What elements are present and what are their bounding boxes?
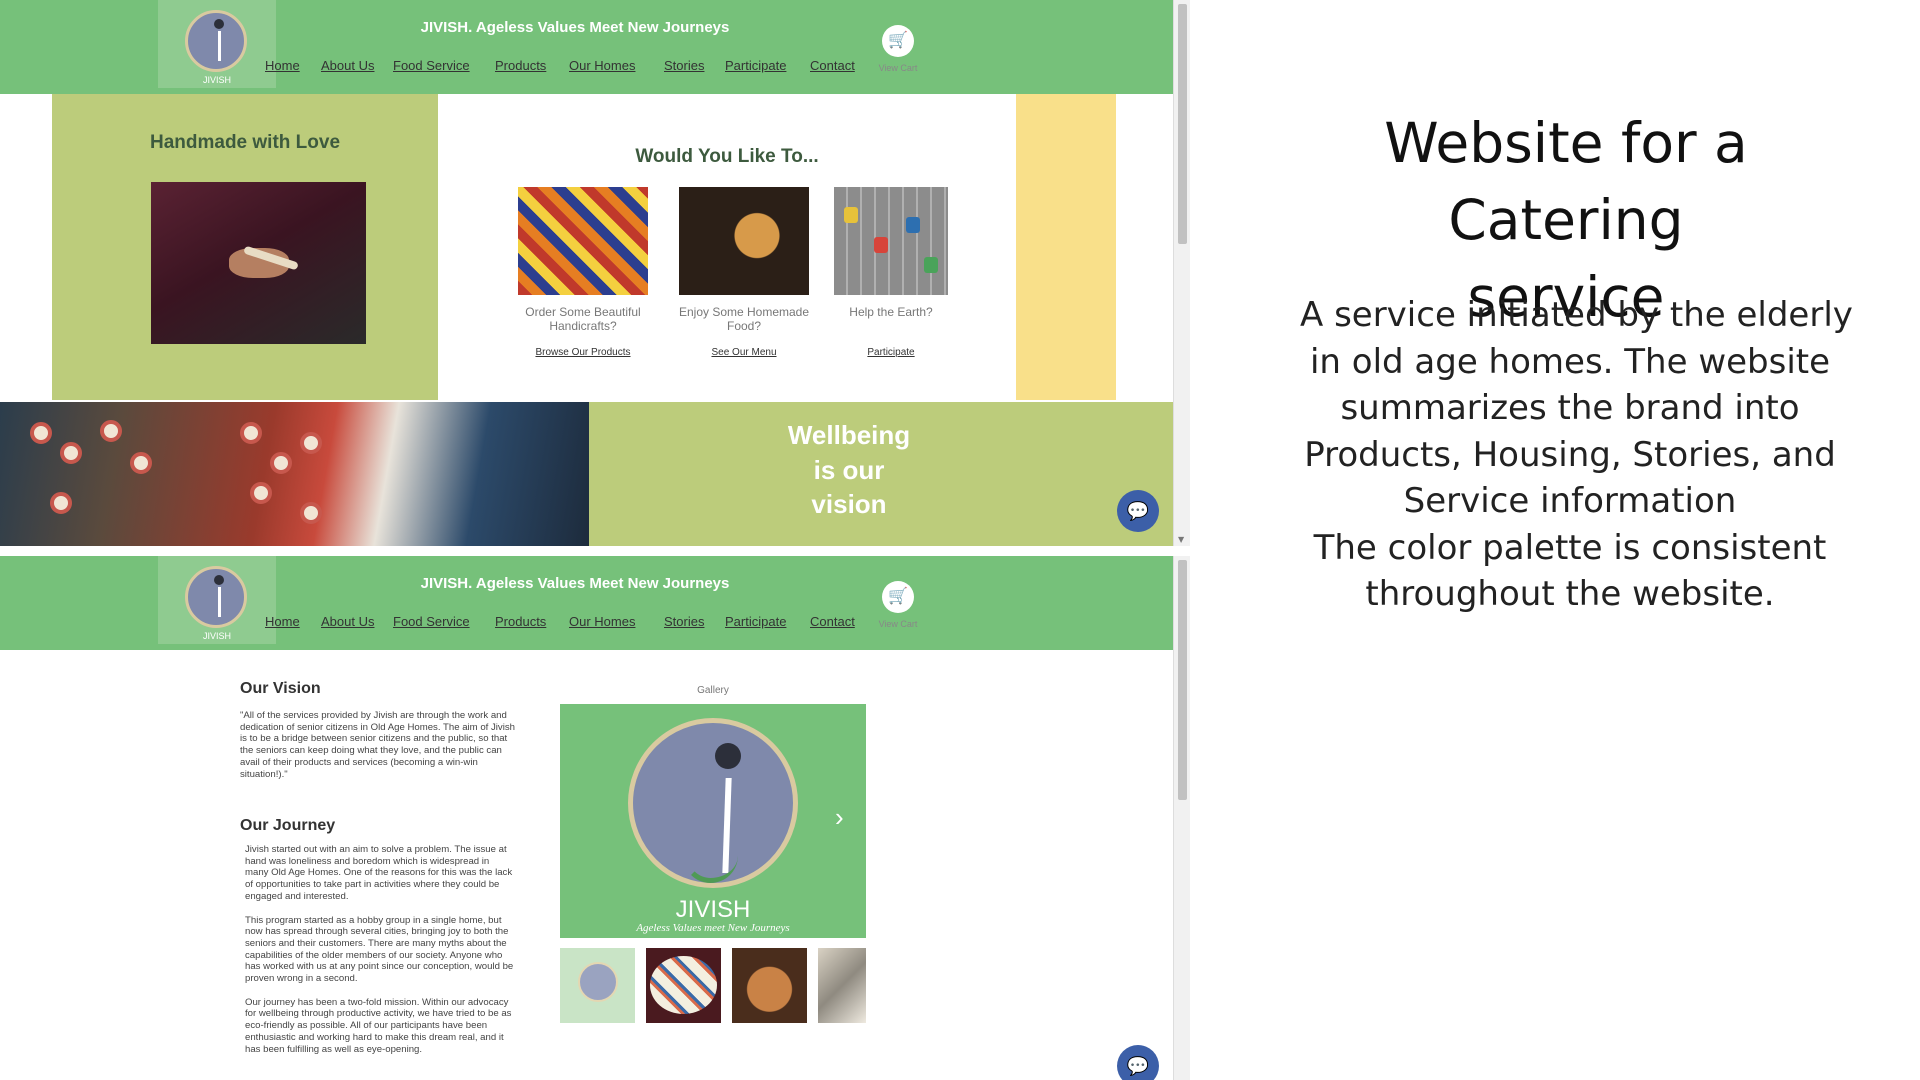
gallery-brand: JIVISH bbox=[675, 896, 751, 923]
nav-about-us[interactable]: About Us bbox=[321, 614, 374, 629]
scrollbar-thumb[interactable] bbox=[1178, 4, 1187, 244]
gallery-tagline: Ageless Values meet New Journeys bbox=[636, 922, 790, 934]
choice-caption: Help the Earth? bbox=[849, 305, 933, 319]
journey-paragraph: Our journey has been a two-fold mission.… bbox=[245, 996, 512, 1055]
description-line: Products, Housing, Stories, and bbox=[1304, 434, 1836, 475]
vision-banner: Wellbeing is our vision bbox=[0, 402, 1173, 546]
choices-panel: Would You Like To... Order Some Beautifu… bbox=[438, 94, 1016, 400]
journey-text: Jivish started out with an aim to solve … bbox=[245, 844, 515, 1067]
logo-icon bbox=[185, 566, 247, 628]
nav-products[interactable]: Products bbox=[495, 58, 546, 73]
see-menu-link[interactable]: See Our Menu bbox=[669, 347, 819, 358]
description-line: in old age homes. The website bbox=[1309, 341, 1831, 382]
nav-about-us[interactable]: About Us bbox=[321, 58, 374, 73]
vision-text: "All of the services provided by Jivish … bbox=[240, 710, 515, 780]
choice-handicrafts: Order Some Beautiful Handicrafts? Browse… bbox=[508, 187, 658, 358]
banner-line: Wellbeing bbox=[787, 420, 911, 450]
site-logo[interactable]: JIVISH bbox=[158, 556, 276, 644]
jivish-logo-icon bbox=[628, 718, 798, 888]
description-title-line: Website for a Catering bbox=[1384, 111, 1748, 252]
description-line: Service information bbox=[1403, 481, 1737, 521]
nav-stories[interactable]: Stories bbox=[664, 614, 704, 629]
description-body: A service initiated by the elderly in ol… bbox=[1300, 292, 1853, 618]
nav-our-homes[interactable]: Our Homes bbox=[569, 614, 635, 629]
gallery-thumb[interactable] bbox=[560, 948, 635, 1023]
participate-link[interactable]: Participate bbox=[816, 347, 966, 358]
site-logo[interactable]: JIVISH bbox=[158, 0, 276, 88]
banner-line: vision bbox=[811, 489, 887, 519]
choice-food: Enjoy Some Homemade Food? See Our Menu bbox=[669, 187, 819, 358]
scrollbar[interactable]: ▼ bbox=[1173, 0, 1190, 546]
nav-food-service[interactable]: Food Service bbox=[393, 58, 470, 73]
nav-contact[interactable]: Contact bbox=[810, 614, 855, 629]
journey-paragraph: This program started as a hobby group in… bbox=[245, 914, 514, 985]
description-line: The color palette is consistent bbox=[1313, 527, 1827, 568]
chevron-right-icon[interactable]: › bbox=[835, 802, 844, 833]
chat-icon[interactable]: 💬 bbox=[1117, 490, 1159, 532]
choices-heading: Would You Like To... bbox=[635, 146, 819, 167]
site-header: JIVISH JIVISH. Ageless Values Meet New J… bbox=[0, 0, 1173, 94]
choice-caption: Order Some Beautiful Handicrafts? bbox=[525, 305, 641, 333]
gallery-thumb[interactable] bbox=[818, 948, 866, 1023]
food-photo[interactable] bbox=[679, 187, 809, 295]
nav-participate[interactable]: Participate bbox=[725, 614, 786, 629]
choice-earth: Help the Earth? Participate bbox=[816, 187, 966, 358]
gallery-thumb[interactable] bbox=[646, 948, 721, 1023]
site-title: JIVISH. Ageless Values Meet New Journeys bbox=[420, 19, 730, 36]
nav-home[interactable]: Home bbox=[265, 58, 300, 73]
banner-line: is our bbox=[813, 455, 885, 485]
gallery-main-image[interactable]: JIVISH Ageless Values meet New Journeys … bbox=[560, 704, 866, 938]
chat-icon[interactable]: 💬 bbox=[1117, 1045, 1159, 1080]
home-page-screenshot: JIVISH JIVISH. Ageless Values Meet New J… bbox=[0, 0, 1190, 546]
handicraft-photo[interactable] bbox=[518, 187, 648, 295]
gallery-label: Gallery bbox=[697, 685, 729, 696]
cart-label: View Cart bbox=[878, 619, 918, 629]
handmade-panel: Handmade with Love bbox=[52, 94, 438, 400]
browse-products-link[interactable]: Browse Our Products bbox=[508, 347, 658, 358]
cart-label: View Cart bbox=[878, 63, 918, 73]
vision-title: Our Vision bbox=[240, 680, 321, 697]
nav-home[interactable]: Home bbox=[265, 614, 300, 629]
site-header: JIVISH JIVISH. Ageless Values Meet New J… bbox=[0, 556, 1173, 650]
journey-title: Our Journey bbox=[240, 817, 336, 834]
nav-products[interactable]: Products bbox=[495, 614, 546, 629]
description-line: throughout the website. bbox=[1365, 574, 1775, 614]
nav-our-homes[interactable]: Our Homes bbox=[569, 58, 635, 73]
handmade-heading: Handmade with Love bbox=[149, 132, 341, 153]
weaver-photo bbox=[151, 182, 366, 344]
about-page-screenshot: JIVISH JIVISH. Ageless Values Meet New J… bbox=[0, 556, 1190, 1080]
logo-label: JIVISH bbox=[202, 631, 231, 641]
vision-banner-text: Wellbeing is our vision bbox=[589, 402, 1173, 546]
logo-label: JIVISH bbox=[202, 75, 231, 85]
yellow-accent-panel bbox=[1016, 94, 1116, 400]
plants-photo[interactable] bbox=[834, 187, 948, 295]
nav-participate[interactable]: Participate bbox=[725, 58, 786, 73]
scrollbar-thumb[interactable] bbox=[1178, 560, 1187, 800]
gallery-thumb[interactable] bbox=[732, 948, 807, 1023]
logo-icon bbox=[185, 10, 247, 72]
description-line: A service initiated by the elderly bbox=[1300, 295, 1853, 335]
journey-paragraph: Jivish started out with an aim to solve … bbox=[245, 844, 513, 902]
nav-food-service[interactable]: Food Service bbox=[393, 614, 470, 629]
site-title: JIVISH. Ageless Values Meet New Journeys bbox=[420, 575, 730, 592]
cart-icon[interactable]: 🛒 bbox=[882, 25, 914, 57]
scroll-down-icon[interactable]: ▼ bbox=[1178, 535, 1184, 544]
thread-spools-photo bbox=[0, 402, 589, 546]
scrollbar[interactable] bbox=[1173, 556, 1190, 1080]
choice-caption: Enjoy Some Homemade Food? bbox=[678, 305, 810, 333]
nav-contact[interactable]: Contact bbox=[810, 58, 855, 73]
description-line: summarizes the brand into bbox=[1340, 388, 1800, 428]
nav-stories[interactable]: Stories bbox=[664, 58, 704, 73]
cart-icon[interactable]: 🛒 bbox=[882, 581, 914, 613]
